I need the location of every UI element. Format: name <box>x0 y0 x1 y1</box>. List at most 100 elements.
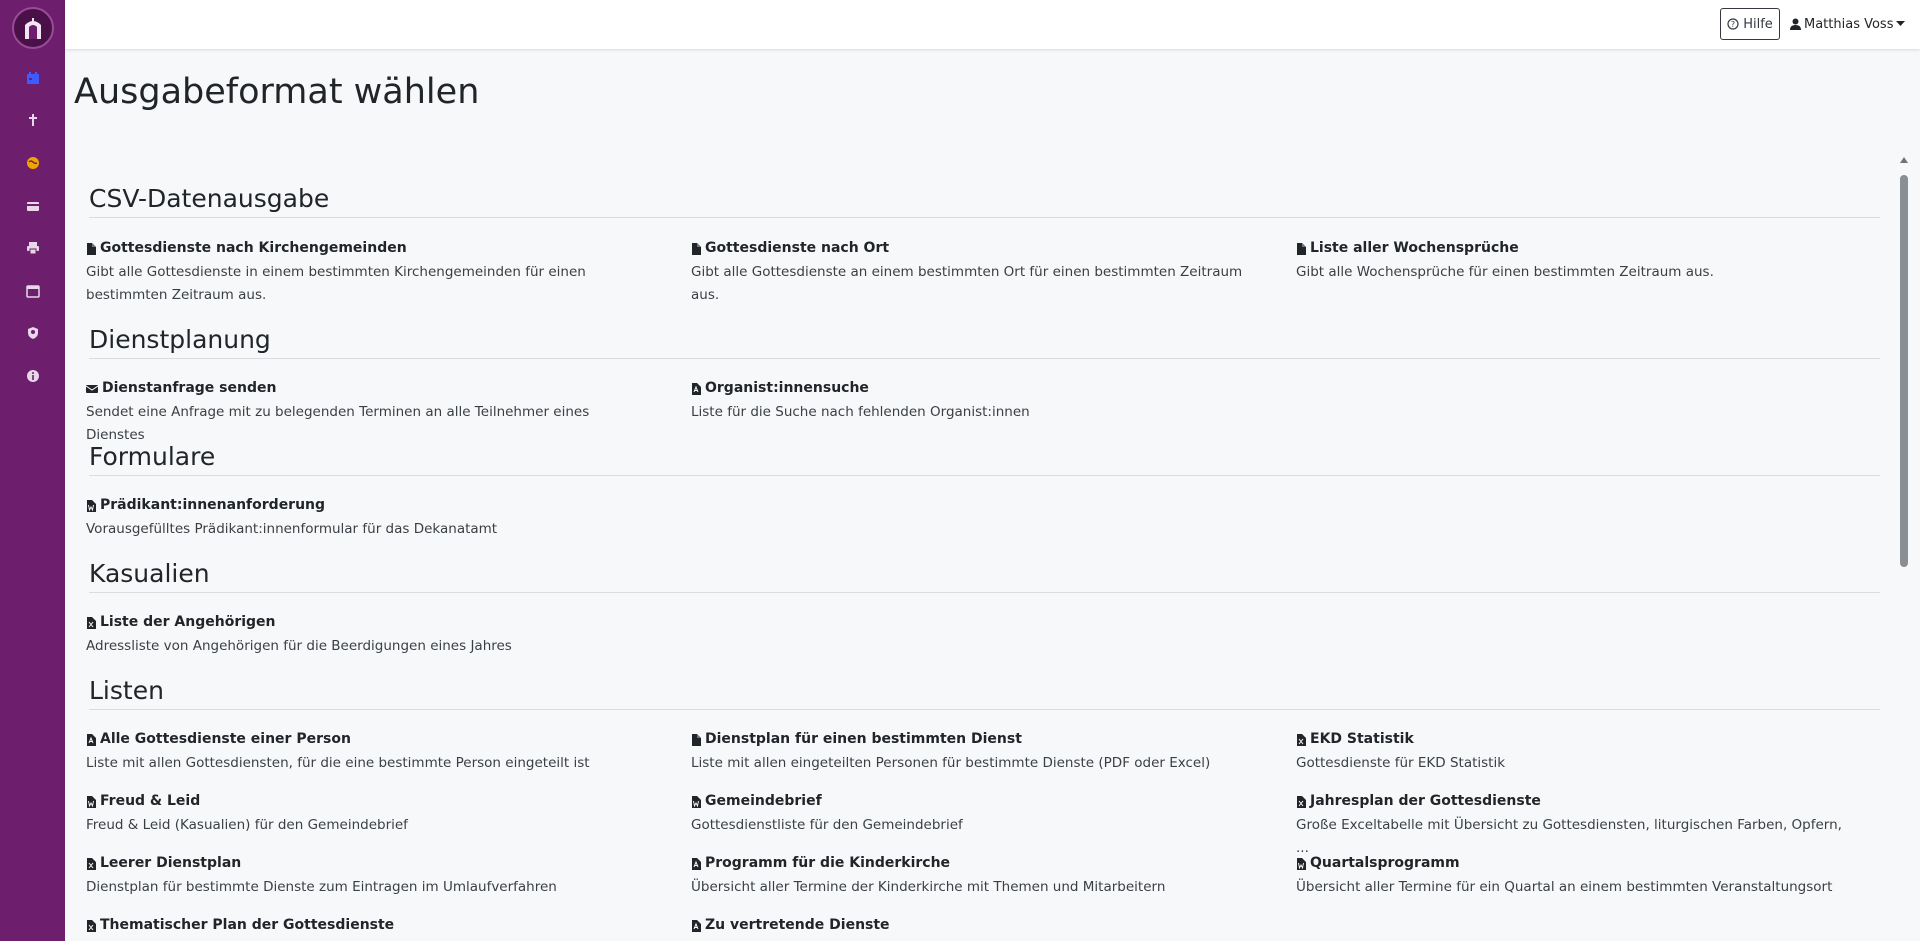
output-item[interactable]: Liste aller Wochensprüche Gibt alle Woch… <box>1296 239 1856 284</box>
item-title: Gottesdienste nach Ort <box>705 240 890 256</box>
file-pdf-icon <box>86 733 96 746</box>
card-icon <box>26 202 39 211</box>
user-shield-icon <box>27 327 38 339</box>
calendar-icon <box>26 72 39 84</box>
section-header: Kasualien <box>89 545 1880 593</box>
item-title: Prädikant:innenanforderung <box>100 497 326 513</box>
svg-text:?: ? <box>1731 20 1735 29</box>
file-excel-icon <box>1296 795 1306 808</box>
item-title: Jahresplan der Gottesdienste <box>1310 793 1541 809</box>
file-pdf-icon <box>691 919 701 932</box>
output-item[interactable]: Programm für die Kinderkirche Übersicht … <box>691 854 1251 899</box>
user-icon <box>1790 18 1801 30</box>
file-excel-icon <box>86 857 96 870</box>
output-item[interactable]: Leerer Dienstplan Dienstplan für bestimm… <box>86 854 646 899</box>
nav-info[interactable] <box>0 355 65 397</box>
item-description: Gottesdienstliste für den Gemeindebrief <box>691 817 963 833</box>
envelope-icon <box>85 382 99 394</box>
section-header: Dienstplanung <box>89 311 1880 359</box>
section-title: Dienstplanung <box>89 325 271 354</box>
item-title: Leerer Dienstplan <box>100 855 242 871</box>
item-title: Liste der Angehörigen <box>100 614 276 630</box>
output-format-list: CSV-Datenausgabe Gottesdienste nach Kirc… <box>74 170 1880 941</box>
item-title: Alle Gottesdienste einer Person <box>100 731 351 747</box>
item-title: Dienstanfrage senden <box>102 380 277 396</box>
section-title: CSV-Datenausgabe <box>89 184 330 213</box>
output-item[interactable]: Jahresplan der Gottesdienste Große Excel… <box>1296 792 1856 860</box>
output-item[interactable]: Quartalsprogramm Übersicht aller Termine… <box>1296 854 1856 899</box>
section-header: Listen <box>89 662 1880 710</box>
top-navbar <box>65 0 1920 49</box>
file-icon <box>86 242 96 255</box>
nav-print[interactable] <box>0 227 65 269</box>
section-title: Listen <box>89 676 164 705</box>
item-title: Organist:innensuche <box>705 380 869 396</box>
file-excel-icon <box>86 919 96 932</box>
item-description: Dienstplan für bestimmte Dienste zum Ein… <box>86 879 557 895</box>
item-title: Dienstplan für einen bestimmten Dienst <box>705 731 1022 747</box>
item-description: Liste mit allen Gottesdiensten, für die … <box>86 755 590 771</box>
output-item[interactable]: Prädikant:innenanforderung Vorausgefüllt… <box>86 496 646 541</box>
nav-card[interactable] <box>0 185 65 227</box>
user-menu[interactable]: Matthias Voss <box>1790 8 1906 40</box>
item-description: Freud & Leid (Kasualien) für den Gemeind… <box>86 817 408 833</box>
section-header: CSV-Datenausgabe <box>89 170 1880 218</box>
output-item[interactable]: Freud & Leid Freud & Leid (Kasualien) fü… <box>86 792 646 837</box>
item-title: Gemeindebrief <box>705 793 822 809</box>
item-description: Gibt alle Gottesdienste an einem bestimm… <box>691 264 1243 303</box>
output-item[interactable]: Gottesdienste nach Kirchengemeinden Gibt… <box>86 239 646 307</box>
file-pdf-icon <box>691 382 701 395</box>
nav-user-shield[interactable] <box>0 312 65 354</box>
item-title: Gottesdienste nach Kirchengemeinden <box>100 240 407 256</box>
file-word-icon <box>86 795 96 808</box>
nav-globe[interactable] <box>0 142 65 184</box>
item-description: Liste für die Suche nach fehlenden Organ… <box>691 404 1030 420</box>
nav-calendar[interactable] <box>0 57 65 99</box>
output-item[interactable]: Gottesdienste nach Ort Gibt alle Gottesd… <box>691 239 1251 307</box>
scroll-thumb[interactable] <box>1900 175 1908 567</box>
user-name: Matthias Voss <box>1804 16 1894 32</box>
file-word-icon <box>86 499 96 512</box>
item-title: Quartalsprogramm <box>1310 855 1460 871</box>
item-title: Liste aller Wochensprüche <box>1310 240 1519 256</box>
item-title: Programm für die Kinderkirche <box>705 855 951 871</box>
output-item[interactable]: EKD Statistik Gottesdienste für EKD Stat… <box>1296 730 1856 775</box>
nav-calendar-grid[interactable] <box>0 270 65 312</box>
caret-down-icon <box>1896 21 1906 26</box>
calendar-grid-icon <box>25 285 40 298</box>
output-item[interactable]: Organist:innensuche Liste für die Suche … <box>691 379 1251 424</box>
item-title: Freud & Leid <box>100 793 201 809</box>
item-description: Adressliste von Angehörigen für die Beer… <box>86 638 512 654</box>
item-title: EKD Statistik <box>1310 731 1414 747</box>
help-button[interactable]: ? Hilfe <box>1720 8 1780 40</box>
item-title: Zu vertretende Dienste <box>705 917 890 933</box>
file-icon <box>1296 242 1306 255</box>
output-item[interactable]: Thematischer Plan der Gottesdienste <box>86 916 646 938</box>
file-word-icon <box>1296 857 1306 870</box>
question-circle-icon: ? <box>1727 18 1739 30</box>
file-icon <box>691 242 701 255</box>
item-description: Vorausgefülltes Prädikant:innenformular … <box>86 521 498 537</box>
cross-icon <box>28 114 37 126</box>
output-item[interactable]: Dienstplan für einen bestimmten Dienst L… <box>691 730 1251 775</box>
output-item[interactable]: Liste der Angehörigen Adressliste von An… <box>86 613 646 658</box>
church-logo-icon <box>11 6 54 49</box>
app-logo[interactable] <box>0 0 65 55</box>
output-item[interactable]: Zu vertretende Dienste <box>691 916 1251 938</box>
printer-icon <box>26 242 39 255</box>
page-title: Ausgabeformat wählen <box>74 72 480 112</box>
item-description: Übersicht aller Termine der Kinderkirche… <box>691 879 1166 895</box>
file-icon <box>691 733 701 746</box>
nav-cross[interactable] <box>0 99 65 141</box>
file-word-icon <box>691 795 701 808</box>
scroll-up-arrow-icon[interactable] <box>1900 157 1908 163</box>
sidebar <box>0 0 65 941</box>
output-item[interactable]: Alle Gottesdienste einer Person Liste mi… <box>86 730 646 775</box>
file-pdf-icon <box>691 857 701 870</box>
output-item[interactable]: Gemeindebrief Gottesdienstliste für den … <box>691 792 1251 837</box>
section-title: Formulare <box>89 442 216 471</box>
item-description: Gibt alle Wochensprüche für einen bestim… <box>1296 264 1714 280</box>
item-description: Gottesdienste für EKD Statistik <box>1296 755 1506 771</box>
help-label: Hilfe <box>1743 16 1773 32</box>
scrollbar[interactable] <box>1897 157 1911 941</box>
